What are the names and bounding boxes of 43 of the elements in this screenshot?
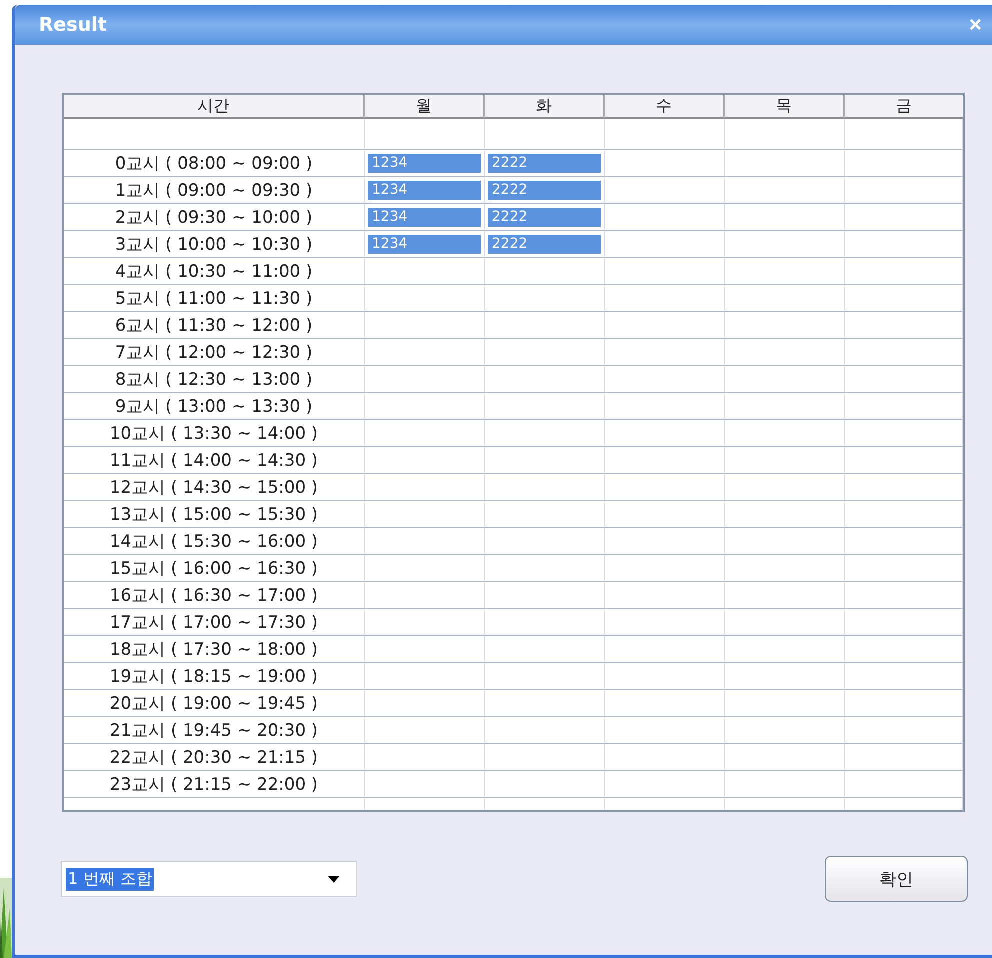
class-entry[interactable]: 1234 — [368, 234, 481, 254]
period-cell: 20교시 ( 19:00 ~ 19:45 ) — [64, 690, 365, 717]
period-cell: 16교시 ( 16:30 ~ 17:00 ) — [64, 582, 365, 609]
class-entry[interactable]: 2222 — [488, 234, 601, 254]
close-button[interactable]: × — [965, 12, 986, 38]
class-entry[interactable]: 1234 — [368, 180, 481, 200]
period-cell: 10교시 ( 13:30 ~ 14:00 ) — [64, 420, 365, 447]
period-cell: 17교시 ( 17:00 ~ 17:30 ) — [64, 609, 365, 636]
period-cell: 19교시 ( 18:15 ~ 19:00 ) — [64, 663, 365, 690]
column-header[interactable]: 시간 — [64, 95, 365, 119]
class-entry[interactable]: 1234 — [368, 154, 481, 172]
class-entry[interactable]: 2222 — [488, 208, 601, 226]
caret-icon — [328, 876, 340, 882]
column-header[interactable]: 월 — [365, 95, 485, 119]
column-header[interactable]: 수 — [605, 95, 725, 119]
period-cell: 1교시 ( 09:00 ~ 09:30 ) — [64, 177, 365, 204]
period-cell: 8교시 ( 12:30 ~ 13:00 ) — [64, 366, 365, 393]
column-header[interactable]: 금 — [845, 95, 963, 119]
period-cell: 23교시 ( 21:15 ~ 22:00 ) — [64, 771, 365, 798]
period-cell: 4교시 ( 10:30 ~ 11:00 ) — [64, 258, 365, 285]
window-title: Result — [39, 14, 107, 36]
class-entry[interactable]: 2222 — [488, 180, 601, 200]
period-cell: 14교시 ( 15:30 ~ 16:00 ) — [64, 528, 365, 555]
period-cell: 15교시 ( 16:00 ~ 16:30 ) — [64, 555, 365, 582]
period-cell: 9교시 ( 13:00 ~ 13:30 ) — [64, 393, 365, 420]
period-cell: 11교시 ( 14:00 ~ 14:30 ) — [64, 447, 365, 474]
period-cell: 3교시 ( 10:00 ~ 10:30 ) — [64, 231, 365, 258]
period-cell: 21교시 ( 19:45 ~ 20:30 ) — [64, 717, 365, 744]
period-cell: 18교시 ( 17:30 ~ 18:00 ) — [64, 636, 365, 663]
class-entry[interactable]: 1234 — [368, 208, 481, 226]
combination-dropdown[interactable]: 1 번째 조합 — [61, 861, 357, 897]
period-cell: 7교시 ( 12:00 ~ 12:30 ) — [64, 339, 365, 366]
class-entry[interactable]: 2222 — [488, 154, 601, 172]
column-header[interactable]: 목 — [725, 95, 845, 119]
period-cell: 22교시 ( 20:30 ~ 21:15 ) — [64, 744, 365, 771]
column-header[interactable]: 화 — [485, 95, 605, 119]
period-cell: 5교시 ( 11:00 ~ 11:30 ) — [64, 285, 365, 312]
period-cell: 13교시 ( 15:00 ~ 15:30 ) — [64, 501, 365, 528]
period-cell: 12교시 ( 14:30 ~ 15:00 ) — [64, 474, 365, 501]
period-cell: 0교시 ( 08:00 ~ 09:00 ) — [64, 150, 365, 177]
period-cell: 2교시 ( 09:30 ~ 10:00 ) — [64, 204, 365, 231]
period-cell: 6교시 ( 11:30 ~ 12:00 ) — [64, 312, 365, 339]
confirm-button[interactable]: 확인 — [825, 856, 968, 902]
